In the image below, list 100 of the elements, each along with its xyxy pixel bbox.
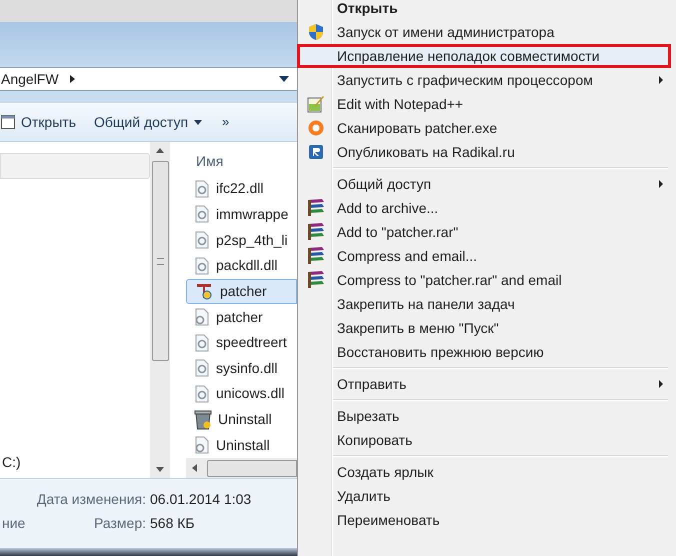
file-name: immwrappe: [216, 204, 288, 224]
r-square-icon: [308, 145, 322, 159]
scroll-thumb[interactable]: [152, 161, 168, 361]
submenu-arrow-icon: [659, 180, 663, 188]
menu-item-label: Add to "patcher.rar": [336, 222, 460, 242]
menu-item[interactable]: Сканировать patcher.exe: [297, 116, 668, 140]
column-header[interactable]: Имя: [186, 142, 297, 176]
file-name: Uninstall: [216, 436, 270, 455]
file-item[interactable]: Uninstall: [186, 432, 297, 458]
menu-item[interactable]: Add to archive...: [297, 196, 668, 220]
books-stack-icon: [306, 222, 324, 242]
dll-file-icon: [194, 256, 210, 275]
file-item[interactable]: patcher: [186, 304, 297, 330]
books-stack-icon: [306, 270, 324, 290]
menu-item-label: Исправление неполадок совместимости: [336, 46, 601, 66]
menu-item-label: Переименовать: [336, 510, 441, 530]
menu-item[interactable]: Запустить с графическим процессором: [297, 68, 668, 92]
dropdown-arrow-icon[interactable]: [279, 76, 289, 82]
gear-file-icon: [194, 436, 210, 454]
menu-item-label: Edit with Notepad++: [336, 94, 464, 114]
horizontal-scrollbar[interactable]: [186, 458, 297, 478]
file-name: patcher: [216, 308, 263, 327]
notepad-icon: [306, 95, 324, 113]
menu-item[interactable]: Отправить: [297, 372, 668, 396]
file-item[interactable]: immwrappe: [186, 202, 297, 228]
trash-bin-icon: [194, 410, 212, 430]
more-button[interactable]: »: [210, 108, 242, 136]
menu-item[interactable]: Восстановить прежнюю версию: [297, 340, 668, 364]
menu-item[interactable]: Compress and email...: [297, 244, 668, 268]
menu-item-label: Открыть: [336, 0, 399, 18]
file-item[interactable]: patcher: [186, 278, 297, 304]
address-segment[interactable]: AngelFW: [1, 68, 59, 90]
address-bar[interactable]: AngelFW: [0, 67, 297, 91]
menu-item[interactable]: Edit with Notepad++: [297, 92, 668, 116]
menu-item-label: Compress and email...: [336, 246, 478, 266]
menu-item[interactable]: Вырезать: [297, 404, 668, 428]
gear-file-icon: [194, 308, 210, 326]
file-item[interactable]: p2sp_4th_li: [186, 227, 297, 253]
shield-icon: [308, 23, 324, 41]
menu-item-label: Удалить: [336, 486, 392, 506]
submenu-arrow-icon: [659, 76, 663, 84]
menu-item[interactable]: Запуск от имени администратора: [297, 20, 668, 44]
menu-item-label: Опубликовать на Radikal.ru: [336, 142, 516, 162]
file-item[interactable]: ifc22.dll: [186, 176, 297, 202]
file-name: sysinfo.dll: [216, 358, 278, 378]
file-item[interactable]: Uninstall: [186, 406, 297, 432]
menu-item-label: Запустить с графическим процессором: [336, 70, 594, 90]
menu-item-label: Compress to "patcher.rar" and email: [336, 270, 563, 290]
details-value: 06.01.2014 1:03: [150, 490, 252, 507]
dll-file-icon: [194, 205, 210, 224]
menu-item-label: Копировать: [336, 430, 414, 450]
window-icon: [1, 115, 15, 129]
file-name: ifc22.dll: [216, 179, 264, 198]
file-name: speedtreert: [216, 333, 287, 352]
file-name: Uninstall: [218, 410, 272, 430]
details-label: Размер:: [94, 514, 146, 531]
file-name: p2sp_4th_li: [216, 230, 288, 250]
menu-item-label: Сканировать patcher.exe: [336, 118, 498, 138]
caret-icon: [194, 120, 202, 124]
menu-item[interactable]: Compress to "patcher.rar" and email: [297, 268, 668, 292]
file-item[interactable]: speedtreert: [186, 330, 297, 356]
submenu-arrow-icon: [659, 380, 663, 388]
menu-item[interactable]: Удалить: [297, 484, 668, 508]
details-value: 568 КБ: [150, 514, 196, 531]
menu-item-label: Общий доступ: [336, 174, 432, 194]
dll-file-icon: [194, 231, 210, 250]
vertical-scrollbar[interactable]: [150, 142, 170, 478]
menu-item[interactable]: Копировать: [297, 428, 668, 452]
file-item[interactable]: unicows.dll: [186, 381, 297, 407]
menu-item-label: Закрепить в меню "Пуск": [336, 318, 500, 338]
menu-item[interactable]: Add to "patcher.rar": [297, 220, 668, 244]
menu-item[interactable]: Переименовать: [297, 508, 668, 532]
dll-file-icon: [194, 334, 210, 352]
file-item[interactable]: sysinfo.dll: [186, 355, 297, 382]
menu-item-label: Запуск от имени администратора: [336, 22, 556, 42]
dll-file-icon: [194, 180, 210, 198]
dll-file-icon: [194, 359, 210, 378]
menu-item[interactable]: Исправление неполадок совместимости: [297, 44, 671, 68]
open-button[interactable]: Открыть: [0, 108, 86, 136]
share-button[interactable]: Общий доступ: [86, 108, 210, 136]
menu-item[interactable]: Открыть: [297, 0, 668, 20]
scroll-thumb[interactable]: [207, 460, 297, 476]
menu-item-label: Вырезать: [336, 406, 400, 426]
scroll-up-arrow-icon[interactable]: [156, 148, 164, 153]
file-item[interactable]: packdll.dll: [186, 252, 297, 279]
menu-item[interactable]: Создать ярлык: [297, 460, 668, 484]
nav-item[interactable]: C:): [2, 451, 150, 473]
menu-item[interactable]: Общий доступ: [297, 172, 668, 196]
details-label: ние: [2, 514, 26, 533]
file-name: packdll.dll: [216, 256, 278, 276]
dll-file-icon: [194, 384, 210, 403]
scroll-left-arrow-icon[interactable]: [192, 464, 197, 472]
menu-item[interactable]: Опубликовать на Radikal.ru: [297, 140, 668, 164]
details-label: Дата изменения:: [36, 490, 146, 507]
scroll-down-arrow-icon[interactable]: [156, 467, 164, 472]
menu-item-label: Восстановить прежнюю версию: [336, 342, 545, 362]
menu-item[interactable]: Закрепить на панели задач: [297, 292, 668, 316]
menu-item-label: Отправить: [336, 374, 408, 394]
books-stack-icon: [306, 246, 324, 266]
menu-item[interactable]: Закрепить в меню "Пуск": [297, 316, 668, 340]
